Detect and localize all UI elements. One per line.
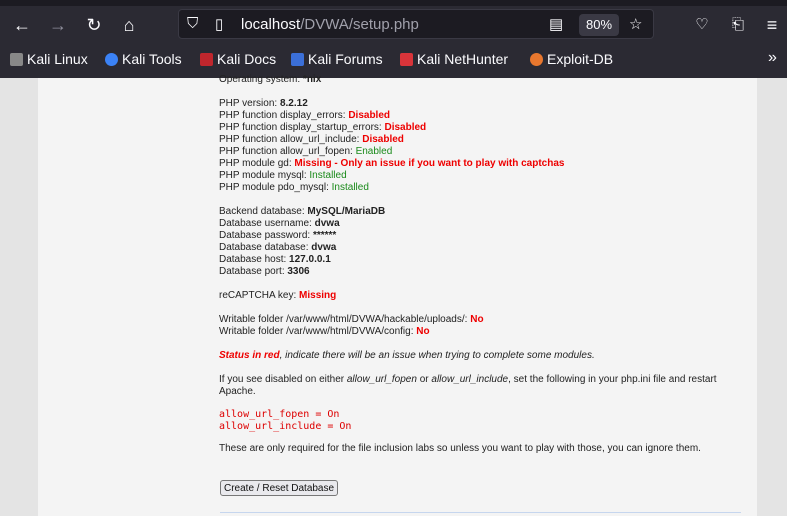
forward-icon[interactable]: → bbox=[46, 14, 70, 36]
kali-linux-icon bbox=[10, 53, 23, 66]
db-line: Database password: ****** bbox=[219, 230, 337, 241]
check-line: PHP module gd: Missing - Only an issue i… bbox=[219, 158, 565, 169]
check-line: PHP module pdo_mysql: Installed bbox=[219, 182, 369, 193]
pocket-icon[interactable]: ♡ bbox=[690, 14, 714, 36]
code-line: allow_url_fopen = On bbox=[219, 409, 340, 420]
kali-nethunter-icon bbox=[400, 53, 413, 66]
db-line: Backend database: MySQL/MariaDB bbox=[219, 206, 386, 217]
url-bar[interactable]: ⛉ ▯ localhost/DVWA/setup.php ▤ 80% ☆ bbox=[178, 9, 654, 39]
zoom-level[interactable]: 80% bbox=[579, 14, 619, 36]
back-icon[interactable]: ← bbox=[10, 14, 34, 36]
db-line: Database username: dvwa bbox=[219, 218, 340, 229]
check-line: PHP module mysql: Installed bbox=[219, 170, 347, 181]
check-line: PHP function allow_url_fopen: Enabled bbox=[219, 146, 393, 157]
status-note: Status in red, indicate there will be an… bbox=[219, 350, 595, 361]
reader-view-icon[interactable]: ▤ bbox=[549, 15, 563, 33]
inclusion-note: These are only required for the file inc… bbox=[219, 443, 701, 454]
bookmark-kali-tools[interactable]: Kali Tools bbox=[105, 51, 182, 67]
url-path: /DVWA/setup.php bbox=[300, 16, 419, 33]
kali-docs-icon bbox=[200, 53, 213, 66]
disabled-note-cont: Apache. bbox=[219, 386, 256, 397]
divider bbox=[220, 512, 741, 513]
recaptcha-line: reCAPTCHA key: Missing bbox=[219, 290, 337, 301]
home-icon[interactable]: ⌂ bbox=[117, 14, 141, 36]
bookmark-kali-forums[interactable]: Kali Forums bbox=[291, 51, 383, 67]
kali-forums-icon bbox=[291, 53, 304, 66]
disabled-note: If you see disabled on either allow_url_… bbox=[219, 374, 717, 385]
bookmark-exploit-db[interactable]: Exploit-DB bbox=[530, 51, 613, 67]
bookmark-kali-docs[interactable]: Kali Docs bbox=[200, 51, 276, 67]
menu-icon[interactable]: ≡ bbox=[760, 14, 784, 36]
db-line: Database port: 3306 bbox=[219, 266, 310, 277]
shield-icon[interactable]: ⛉ bbox=[187, 15, 198, 32]
bookmark-kali-nethunter[interactable]: Kali NetHunter bbox=[400, 51, 508, 67]
bookmarks-bar: Kali Linux Kali Tools Kali Docs Kali For… bbox=[0, 42, 787, 78]
page-icon: ▯ bbox=[215, 16, 224, 33]
kali-tools-icon bbox=[105, 53, 118, 66]
create-reset-database-button[interactable]: Create / Reset Database bbox=[220, 480, 339, 496]
more-bookmarks-icon[interactable]: » bbox=[768, 49, 777, 67]
php-version-line: PHP version: 8.2.12 bbox=[219, 98, 308, 109]
exploit-db-icon bbox=[530, 53, 543, 66]
code-line: allow_url_include = On bbox=[219, 421, 352, 432]
check-line: PHP function allow_url_include: Disabled bbox=[219, 134, 404, 145]
db-line: Database database: dvwa bbox=[219, 242, 337, 253]
bookmark-kali-linux[interactable]: Kali Linux bbox=[10, 51, 88, 67]
nav-bar: ← → ↻ ⌂ ⛉ ▯ localhost/DVWA/setup.php ▤ 8… bbox=[0, 6, 787, 42]
folder-line: Writable folder /var/www/html/DVWA/hacka… bbox=[219, 314, 484, 325]
os-line: Operating system: *nix bbox=[219, 74, 322, 85]
folder-line: Writable folder /var/www/html/DVWA/confi… bbox=[219, 326, 430, 337]
url-host: localhost bbox=[241, 16, 301, 33]
bookmark-star-icon[interactable]: ☆ bbox=[629, 15, 642, 33]
reload-icon[interactable]: ↻ bbox=[82, 14, 106, 36]
extensions-icon[interactable]: ⎗ bbox=[726, 14, 750, 36]
db-line: Database host: 127.0.0.1 bbox=[219, 254, 331, 265]
check-line: PHP function display_errors: Disabled bbox=[219, 110, 391, 121]
check-line: PHP function display_startup_errors: Dis… bbox=[219, 122, 427, 133]
